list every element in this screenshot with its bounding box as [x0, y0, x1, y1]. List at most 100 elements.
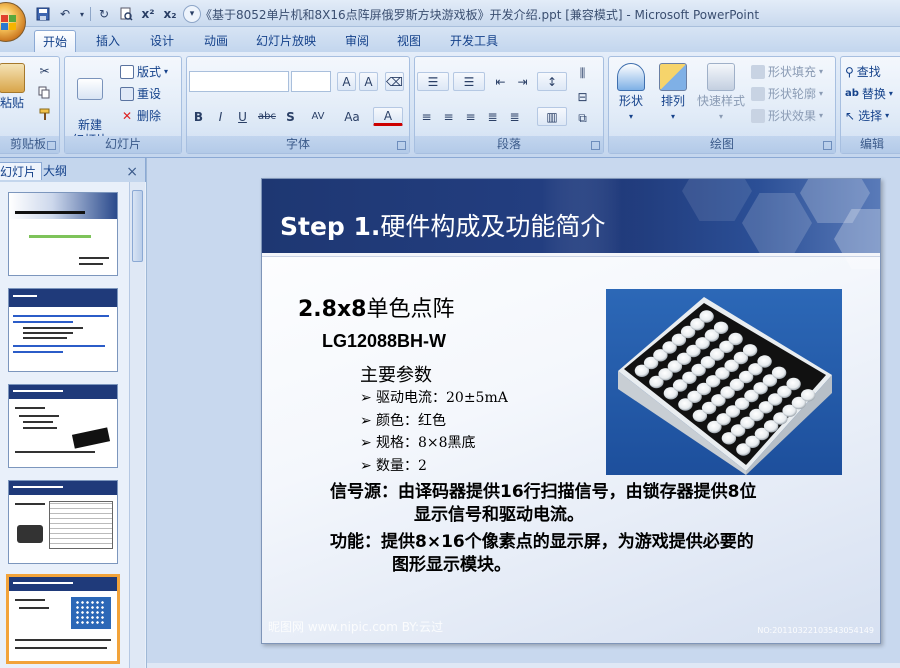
led-dot	[800, 389, 816, 402]
font-group: A A ⌫ B I U abc S AV Aa A 字体	[186, 56, 410, 154]
slide-thumbnail-2[interactable]	[8, 288, 118, 372]
tab-slide-show[interactable]: 幻灯片放映	[248, 30, 324, 52]
led-dot	[757, 355, 772, 368]
grow-font-button[interactable]: A	[337, 72, 356, 91]
align-right-icon[interactable]: ≡	[461, 107, 480, 126]
function-paragraph: 功能：提供8×16个像素点的显示屏，为游戏提供必要的 图形显示模块。	[330, 531, 754, 577]
shrink-font-button[interactable]: A	[359, 72, 378, 91]
slide-thumbnail-3[interactable]	[8, 384, 118, 468]
tab-developer[interactable]: 开发工具	[442, 30, 506, 52]
tab-home[interactable]: 开始	[34, 30, 77, 52]
cut-icon[interactable]: ✂	[35, 61, 54, 80]
arrange-button[interactable]: 排列 ▾	[655, 63, 691, 124]
shapes-button[interactable]: 形状 ▾	[613, 63, 649, 124]
list-item: ➢ 颜色：红色	[360, 410, 508, 433]
customize-qat-icon[interactable]: ▾	[183, 5, 201, 23]
undo-dropdown-icon[interactable]: ▾	[78, 5, 86, 23]
character-spacing-button[interactable]: AV	[305, 107, 331, 126]
bullet-arrow-icon: ➢	[360, 457, 372, 474]
clear-format-icon[interactable]: ⌫	[385, 72, 404, 91]
reset-label: 重设	[137, 87, 162, 101]
tab-animations[interactable]: 动画	[196, 30, 236, 52]
bold-button[interactable]: B	[189, 107, 208, 126]
tab-design[interactable]: 设计	[142, 30, 182, 52]
tab-insert[interactable]: 插入	[88, 30, 128, 52]
align-center-icon[interactable]: ≡	[439, 107, 458, 126]
find-button[interactable]: ⚲ 查找	[845, 62, 881, 81]
select-label: 选择	[858, 109, 883, 123]
superscript-button[interactable]: x²	[139, 5, 157, 23]
strikethrough-button[interactable]: abc	[255, 107, 279, 126]
italic-button[interactable]: I	[211, 107, 230, 126]
current-slide[interactable]: Step 1.硬件构成及功能简介 2.8x8单色点阵 LG12088BH-W 主…	[261, 178, 881, 644]
text-direction-icon[interactable]: ⫼	[573, 64, 592, 83]
font-name-field[interactable]	[189, 71, 289, 92]
tab-view[interactable]: 视图	[389, 30, 429, 52]
shape-fill-button[interactable]: 形状填充 ▾	[751, 62, 823, 81]
columns-icon[interactable]: ▥	[537, 107, 567, 126]
bullet-text: 数量：2	[376, 457, 427, 474]
delete-slide-button[interactable]: ✕ 删除	[120, 106, 161, 125]
decrease-indent-icon[interactable]: ⇤	[491, 72, 510, 91]
chevron-down-icon: ▾	[628, 112, 633, 121]
font-color-button[interactable]: A	[373, 107, 403, 126]
quick-styles-button[interactable]: 快速样式 ▾	[695, 63, 747, 124]
signal-line-2: 显示信号和驱动电流。	[414, 505, 584, 525]
smartart-icon[interactable]: ⧉	[573, 109, 592, 128]
save-icon[interactable]	[34, 5, 52, 23]
reset-button[interactable]: 重设	[120, 84, 161, 103]
cursor-icon: ↖	[845, 108, 856, 123]
bullet-text: 颜色：红色	[376, 412, 446, 429]
drawing-launcher-icon[interactable]	[823, 141, 832, 150]
change-case-button[interactable]: Aa	[339, 107, 365, 126]
shape-outline-button[interactable]: 形状轮廓 ▾	[751, 84, 823, 103]
slide-thumbnail-5[interactable]	[6, 574, 120, 664]
copy-icon[interactable]	[35, 83, 54, 102]
align-left-icon[interactable]: ≡	[417, 107, 436, 126]
undo-icon[interactable]: ↶	[56, 5, 74, 23]
print-preview-icon[interactable]	[117, 5, 135, 23]
tab-outline[interactable]: 大纲	[38, 162, 72, 180]
font-size-field[interactable]	[291, 71, 331, 92]
params-list: ➢ 驱动电流：20±5mA ➢ 颜色：红色 ➢ 规格：8×8黑底 ➢ 数量：2	[360, 387, 508, 477]
led-dot	[713, 321, 729, 334]
tab-slides[interactable]: 幻灯片	[0, 162, 43, 180]
close-icon[interactable]: ×	[126, 164, 138, 180]
tab-review[interactable]: 审阅	[337, 30, 377, 52]
subscript-button[interactable]: x₂	[161, 5, 179, 23]
clipboard-launcher-icon[interactable]	[47, 141, 56, 150]
paragraph-launcher-icon[interactable]	[591, 141, 600, 150]
editing-group: ⚲ 查找 ab 替换 ▾ ↖ 选择 ▾ 编辑	[840, 56, 900, 154]
chevron-down-icon: ▾	[670, 112, 675, 121]
bullets-icon[interactable]: ☰	[417, 72, 449, 91]
layout-button[interactable]: 版式 ▾	[120, 62, 168, 81]
shape-effects-button[interactable]: 形状效果 ▾	[751, 106, 823, 125]
scrollbar-thumb[interactable]	[132, 190, 143, 262]
numbering-icon[interactable]: ☰	[453, 72, 485, 91]
slide-thumbnail-4[interactable]	[8, 480, 118, 564]
paste-button[interactable]: 粘贴	[0, 63, 27, 111]
slide-title-step: Step 1.	[280, 212, 381, 241]
bullet-text: 驱动电流：20±5mA	[376, 390, 508, 406]
shape-outline-label: 形状轮廓	[768, 87, 817, 101]
format-painter-icon[interactable]	[35, 105, 54, 124]
font-launcher-icon[interactable]	[397, 141, 406, 150]
thumbnail-scrollbar[interactable]	[129, 182, 145, 668]
increase-indent-icon[interactable]: ⇥	[513, 72, 532, 91]
replace-button[interactable]: ab 替换 ▾	[845, 84, 893, 103]
line-spacing-icon[interactable]: ↕	[537, 72, 567, 91]
shape-effects-label: 形状效果	[768, 109, 817, 123]
slides-group-label: 幻灯片	[65, 136, 181, 153]
redo-icon[interactable]: ↻	[95, 5, 113, 23]
slide-thumbnail-1[interactable]	[8, 192, 118, 276]
select-button[interactable]: ↖ 选择 ▾	[845, 106, 889, 125]
distributed-icon[interactable]: ≣	[505, 107, 524, 126]
function-line-2: 图形显示模块。	[392, 555, 511, 575]
text-shadow-button[interactable]: S	[281, 107, 300, 126]
justify-icon[interactable]: ≣	[483, 107, 502, 126]
shape-fill-label: 形状填充	[768, 65, 817, 79]
align-text-icon[interactable]: ⊟	[573, 87, 592, 106]
horizontal-scrollbar[interactable]	[147, 663, 900, 668]
quick-styles-label: 快速样式	[696, 94, 745, 108]
underline-button[interactable]: U	[233, 107, 252, 126]
